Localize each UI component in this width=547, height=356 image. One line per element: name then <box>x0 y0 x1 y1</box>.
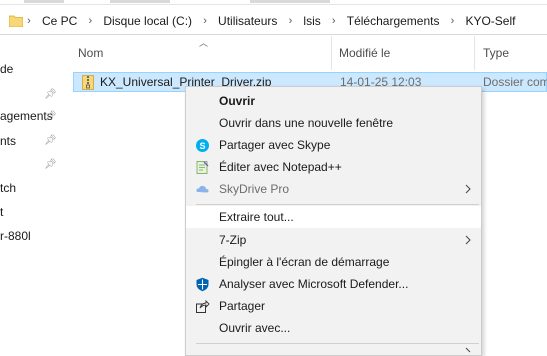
menu-item-label: SkyDrive Pro <box>219 182 290 196</box>
notepadplusplus-icon <box>196 161 209 174</box>
breadcrumb-telechargements[interactable]: Téléchargements <box>341 14 446 28</box>
navigation-pane: de 📌︎ agements 📌︎ nts 📌︎ 📌︎ tch t r-880l <box>0 36 62 352</box>
address-bar[interactable]: › Ce PC › Disque local (C:) › Utilisateu… <box>0 8 547 35</box>
menu-item-label: Éditer avec Notepad++ <box>219 160 342 174</box>
column-header-type[interactable]: Type <box>483 46 509 60</box>
nav-item[interactable]: r-880l <box>0 227 31 245</box>
ribbon-edge <box>0 0 547 5</box>
menu-separator <box>196 204 479 205</box>
breadcrumb-disque-local[interactable]: Disque local (C:) <box>97 14 198 28</box>
breadcrumb: › Ce PC › Disque local (C:) › Utilisateu… <box>22 12 521 30</box>
menu-item-label: 7-Zip <box>219 233 247 247</box>
nav-item[interactable]: de <box>0 60 13 78</box>
menu-item-extraire-tout[interactable]: Extraire tout... <box>186 206 481 228</box>
column-header-row: ︿ Nom Modifié le Type <box>66 36 547 70</box>
menu-item-skydrive-pro[interactable]: SkyDrive Pro <box>186 178 481 200</box>
pin-icon: 📌︎ <box>44 159 57 170</box>
pin-icon: 📌︎ <box>44 111 57 122</box>
pin-icon: 📌︎ <box>44 89 57 100</box>
menu-item-label: Partager <box>219 299 266 313</box>
menu-item-notepadplusplus[interactable]: Éditer avec Notepad++ <box>186 156 481 178</box>
menu-item-label: Ouvrir dans une nouvelle fenêtre <box>219 116 394 130</box>
menu-item-label: Analyser avec Microsoft Defender... <box>219 277 409 291</box>
chevron-right-icon[interactable]: › <box>445 15 459 27</box>
breadcrumb-ce-pc[interactable]: Ce PC <box>36 14 83 28</box>
chevron-right-icon[interactable]: › <box>327 15 341 27</box>
file-type: Dossier comp <box>483 75 547 89</box>
defender-shield-icon <box>196 277 209 292</box>
skydrive-icon <box>196 185 209 193</box>
context-menu: Ouvrir Ouvrir dans une nouvelle fenêtre … <box>185 86 482 356</box>
menu-separator <box>196 343 479 344</box>
share-icon <box>196 299 210 313</box>
zip-folder-icon <box>82 75 94 90</box>
chevron-right-icon <box>465 347 471 353</box>
chevron-right-icon <box>465 184 471 194</box>
menu-item-label: Ouvrir avec... <box>219 321 291 335</box>
column-header-modified[interactable]: Modifié le <box>339 46 390 60</box>
pin-icon: 📌︎ <box>44 135 57 146</box>
nav-item[interactable]: t <box>0 203 3 221</box>
nav-item[interactable]: nts <box>0 132 16 150</box>
menu-item-partager-skype[interactable]: S Partager avec Skype <box>186 134 481 156</box>
chevron-right-icon[interactable]: › <box>198 15 212 27</box>
column-header-name[interactable]: Nom <box>78 46 103 60</box>
menu-item-ouvrir-nouvelle-fenetre[interactable]: Ouvrir dans une nouvelle fenêtre <box>186 112 481 134</box>
breadcrumb-utilisateurs[interactable]: Utilisateurs <box>212 14 283 28</box>
menu-item-partager[interactable]: Partager <box>186 295 481 317</box>
chevron-right-icon[interactable]: › <box>83 15 97 27</box>
menu-item-7zip[interactable]: 7-Zip <box>186 229 481 251</box>
chevron-right-icon <box>465 235 471 245</box>
menu-item-ouvrir[interactable]: Ouvrir <box>186 90 481 112</box>
nav-item[interactable]: tch <box>0 179 16 197</box>
breadcrumb-user[interactable]: lsis <box>297 14 326 28</box>
sort-up-icon: ︿ <box>199 38 209 48</box>
skype-icon: S <box>196 139 209 152</box>
chevron-right-icon[interactable]: › <box>22 15 36 27</box>
column-divider[interactable] <box>331 36 332 70</box>
menu-item-label: Extraire tout... <box>219 210 294 224</box>
menu-item-epingler-demarrage[interactable]: Épingler à l'écran de démarrage <box>186 251 481 273</box>
menu-item-label: Partager avec Skype <box>219 138 331 152</box>
menu-item-label: Ouvrir <box>219 94 256 108</box>
column-divider[interactable] <box>474 36 475 70</box>
folder-icon <box>9 15 23 27</box>
menu-item-ouvrir-avec[interactable]: Ouvrir avec... <box>186 317 481 339</box>
svg-text:S: S <box>199 141 205 151</box>
menu-item-label: Épingler à l'écran de démarrage <box>219 255 390 269</box>
breadcrumb-kyo-self[interactable]: KYO-Self <box>459 14 521 28</box>
chevron-right-icon[interactable]: › <box>283 15 297 27</box>
menu-item-analyser-defender[interactable]: Analyser avec Microsoft Defender... <box>186 273 481 295</box>
